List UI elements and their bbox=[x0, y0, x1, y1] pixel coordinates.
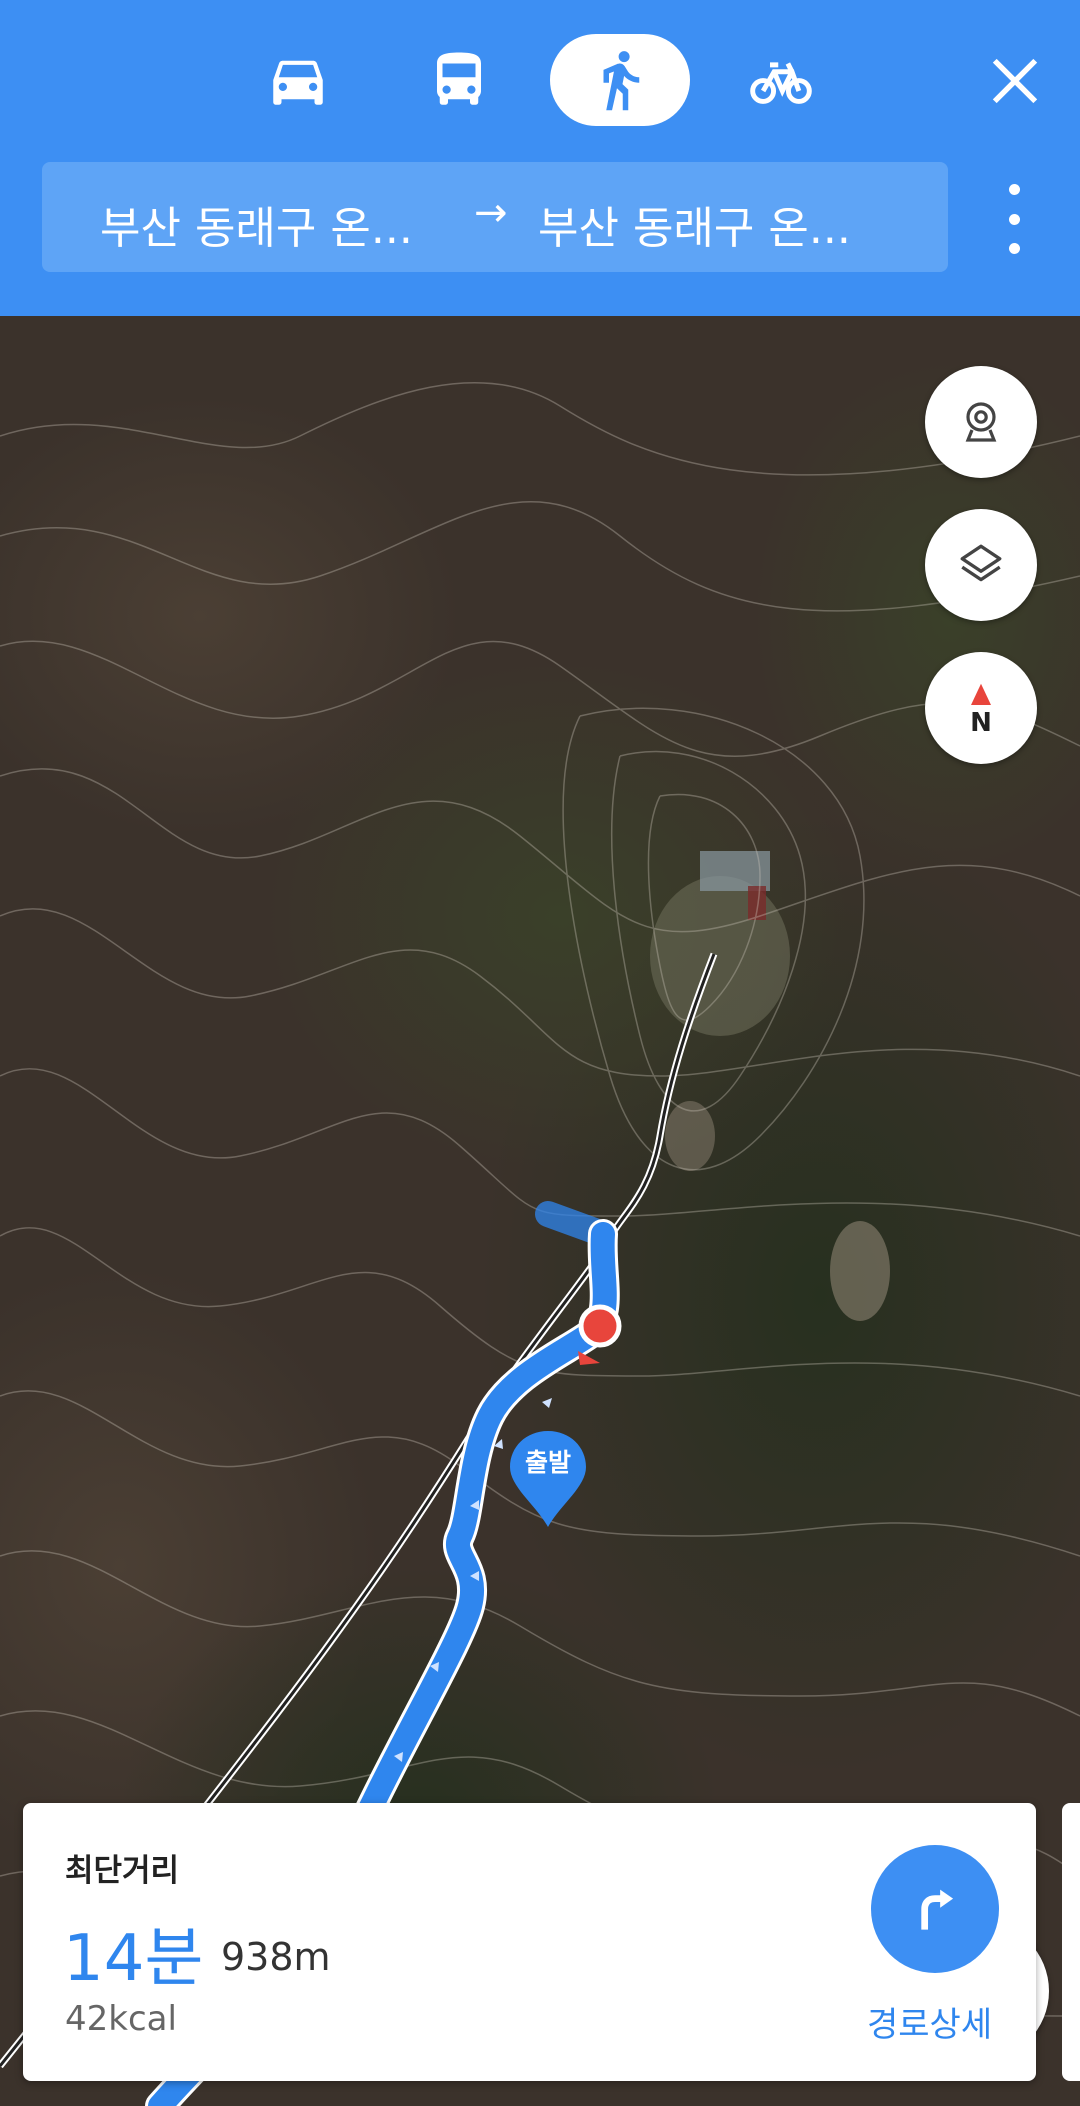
travel-distance: 938m bbox=[221, 1935, 331, 1979]
route-summary-box[interactable]: 부산 동래구 온... → 부산 동래구 온... bbox=[42, 162, 948, 272]
origin-text[interactable]: 부산 동래구 온... bbox=[100, 192, 413, 256]
top-bar: 부산 동래구 온... → 부산 동래구 온... bbox=[0, 0, 1080, 316]
route-detail-label[interactable]: 경로상세 bbox=[867, 1997, 992, 2046]
turn-right-icon bbox=[921, 1889, 954, 1930]
compass-label: N bbox=[970, 708, 992, 738]
more-dot bbox=[1008, 243, 1020, 254]
layers-icon bbox=[960, 544, 1002, 582]
bus-icon bbox=[437, 52, 481, 105]
layers-button[interactable] bbox=[925, 509, 1037, 621]
street-view-button[interactable] bbox=[925, 366, 1037, 478]
mode-bus-button[interactable] bbox=[389, 34, 529, 126]
car-icon bbox=[273, 60, 323, 105]
route-type-label: 최단거리 bbox=[65, 1853, 180, 1889]
next-route-card-peek[interactable] bbox=[1062, 1803, 1080, 2081]
compass-button[interactable]: N bbox=[925, 652, 1037, 764]
destination-text[interactable]: 부산 동래구 온... bbox=[538, 192, 851, 256]
start-marker-label: 출발 bbox=[524, 1448, 571, 1477]
route-summary-card[interactable]: 최단거리 14분 938m 42kcal 경로상세 bbox=[23, 1803, 1036, 2081]
more-dot bbox=[1008, 213, 1020, 225]
route-arrow: → bbox=[474, 190, 508, 236]
mode-walk-button[interactable] bbox=[550, 34, 690, 126]
bike-icon bbox=[750, 62, 812, 104]
mode-car-button[interactable] bbox=[228, 34, 368, 126]
close-button[interactable] bbox=[980, 46, 1050, 116]
start-marker[interactable]: 출발 bbox=[508, 1429, 588, 1529]
more-options-button[interactable] bbox=[992, 184, 1036, 254]
close-icon bbox=[992, 58, 1038, 104]
street-view-icon bbox=[965, 402, 997, 442]
route-detail-button[interactable] bbox=[871, 1845, 999, 1973]
calories: 42kcal bbox=[65, 1999, 177, 2039]
more-dot bbox=[1008, 184, 1020, 195]
walk-icon bbox=[603, 51, 640, 111]
current-location-marker bbox=[578, 1304, 622, 1365]
travel-time: 14분 bbox=[63, 1922, 204, 1996]
mode-bike-button[interactable] bbox=[711, 34, 851, 126]
compass-north-icon bbox=[971, 683, 991, 705]
